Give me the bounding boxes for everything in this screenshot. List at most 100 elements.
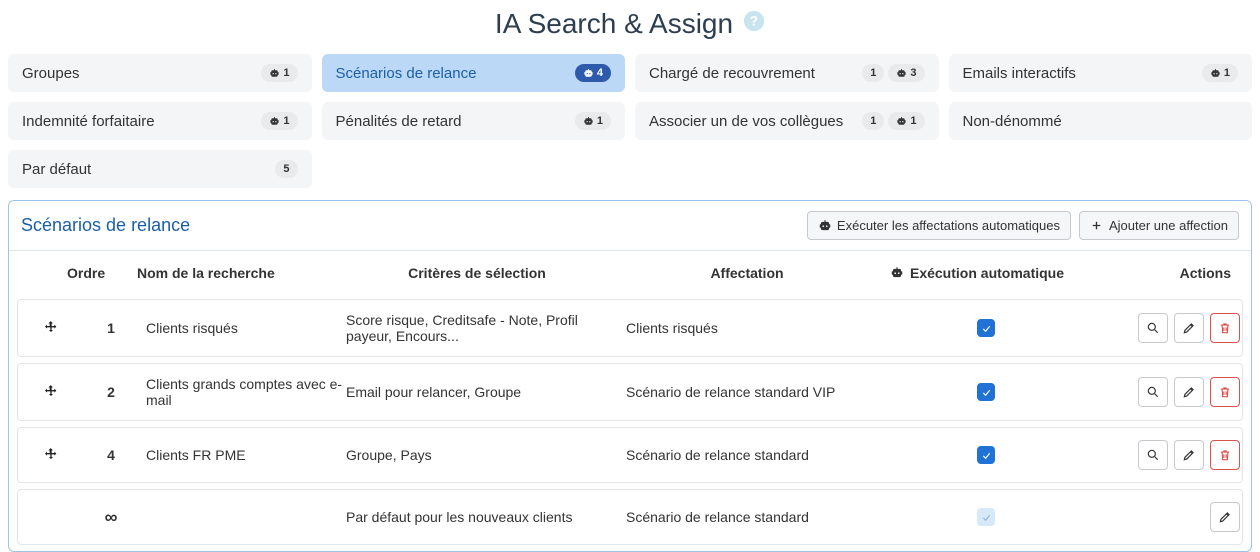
tab-item[interactable]: Indemnité forfaitaire 1 <box>8 102 312 140</box>
row-order: 4 <box>76 447 146 463</box>
panel-header: Scénarios de relance Exécuter les affect… <box>9 201 1251 251</box>
badge-count: 5 <box>283 162 289 176</box>
tab-item[interactable]: Pénalités de retard 1 <box>322 102 626 140</box>
tab-badges: 11 <box>862 112 924 130</box>
plus-icon <box>1090 219 1103 232</box>
badge: 1 <box>261 112 297 130</box>
panel-actions: Exécuter les affectations automatiques A… <box>807 211 1239 240</box>
auto-checkbox <box>977 508 995 526</box>
edit-button[interactable] <box>1174 440 1204 470</box>
row-criteria: Score risque, Creditsafe - Note, Profil … <box>346 312 626 344</box>
exec-auto-label: Exécuter les affectations automatiques <box>837 218 1060 233</box>
badge-count: 1 <box>283 114 289 128</box>
tab-item[interactable]: Chargé de recouvrement 13 <box>635 54 939 92</box>
tab-label: Pénalités de retard <box>336 113 462 130</box>
auto-checkbox[interactable] <box>977 383 995 401</box>
row-name: Clients FR PME <box>146 447 346 463</box>
edit-button[interactable] <box>1174 377 1204 407</box>
row-auto <box>886 319 1086 337</box>
badge-count: 1 <box>910 114 916 128</box>
search-button[interactable] <box>1138 440 1168 470</box>
tab-item[interactable]: Emails interactifs 1 <box>949 54 1253 92</box>
badge: 5 <box>275 160 297 178</box>
badge: 1 <box>862 112 884 130</box>
search-button[interactable] <box>1138 313 1168 343</box>
tab-badges: 1 <box>1202 64 1238 82</box>
tab-label: Groupes <box>22 65 80 82</box>
badge: 1 <box>261 64 297 82</box>
drag-handle[interactable] <box>26 320 76 336</box>
drag-handle[interactable] <box>26 384 76 400</box>
add-assignment-button[interactable]: Ajouter une affection <box>1079 211 1239 240</box>
tab-item[interactable]: Scénarios de relance4 <box>322 54 626 92</box>
search-button[interactable] <box>1138 377 1168 407</box>
delete-button[interactable] <box>1210 313 1240 343</box>
tab-item[interactable]: Groupes 1 <box>8 54 312 92</box>
col-criteria: Critères de sélection <box>337 265 617 281</box>
tab-item[interactable]: Par défaut 5 <box>8 150 312 188</box>
table-row: ∞Par défaut pour les nouveaux clientsScé… <box>17 489 1243 545</box>
robot-icon <box>269 68 280 79</box>
row-order: 2 <box>76 384 146 400</box>
edit-button[interactable] <box>1174 313 1204 343</box>
tab-label: Associer un de vos collègues <box>649 113 843 130</box>
row-assign: Scénario de relance standard <box>626 509 886 525</box>
tab-badges: 1 <box>261 64 297 82</box>
row-auto <box>886 446 1086 464</box>
delete-button[interactable] <box>1210 440 1240 470</box>
badge: 1 <box>888 112 924 130</box>
auto-checkbox[interactable] <box>977 446 995 464</box>
badge-count: 1 <box>1224 66 1230 80</box>
badge: 1 <box>1202 64 1238 82</box>
robot-icon <box>896 116 907 127</box>
col-name: Nom de la recherche <box>137 265 337 281</box>
tabs-grid: Groupes1Scénarios de relance4Chargé de r… <box>0 54 1260 200</box>
badge-count: 4 <box>597 66 603 80</box>
delete-button[interactable] <box>1210 377 1240 407</box>
tab-label: Non-dénommé <box>963 113 1062 130</box>
row-order: 1 <box>76 320 146 336</box>
badge-count: 1 <box>597 114 603 128</box>
badge-count: 1 <box>870 66 876 80</box>
robot-icon <box>583 68 594 79</box>
table-body: 1 Clients risquésScore risque, Creditsafe… <box>9 299 1251 545</box>
badge: 3 <box>888 64 924 82</box>
badge: 4 <box>575 64 611 82</box>
page-title: IA Search & Assign ? <box>0 0 1260 54</box>
robot-icon <box>818 219 831 232</box>
tab-badges: 13 <box>862 64 924 82</box>
row-actions <box>1138 440 1252 470</box>
svg-text:?: ? <box>750 14 758 29</box>
robot-icon <box>896 68 907 79</box>
table-row: 4Clients FR PMEGroupe, PaysScénario de r… <box>17 427 1243 483</box>
panel-title: Scénarios de relance <box>21 215 190 236</box>
robot-icon <box>583 116 594 127</box>
col-order: Ordre <box>67 265 137 281</box>
row-assign: Clients risqués <box>626 320 886 336</box>
tab-item[interactable]: Associer un de vos collègues11 <box>635 102 939 140</box>
tab-label: Indemnité forfaitaire <box>22 113 155 130</box>
tab-badges: 1 <box>575 112 611 130</box>
badge-count: 1 <box>870 114 876 128</box>
tab-label: Chargé de recouvrement <box>649 65 815 82</box>
exec-auto-button[interactable]: Exécuter les affectations automatiques <box>807 211 1071 240</box>
tab-item[interactable]: Non-dénommé <box>949 102 1253 140</box>
row-name: Clients grands comptes avec e-mail <box>146 376 346 408</box>
row-auto <box>886 508 1086 526</box>
table-row: 1 Clients risquésScore risque, Creditsafe… <box>17 299 1243 357</box>
col-auto: Exécution automatique <box>877 265 1077 281</box>
tab-label: Emails interactifs <box>963 65 1076 82</box>
row-actions <box>1138 377 1252 407</box>
tab-badges: 4 <box>575 64 611 82</box>
row-criteria: Par défaut pour les nouveaux clients <box>346 509 626 525</box>
drag-handle[interactable] <box>26 447 76 463</box>
tab-badges: 1 <box>261 112 297 130</box>
badge-count: 1 <box>283 66 289 80</box>
add-assignment-label: Ajouter une affection <box>1109 218 1228 233</box>
row-assign: Scénario de relance standard VIP <box>626 384 886 400</box>
tab-label: Par défaut <box>22 161 91 178</box>
auto-checkbox[interactable] <box>977 319 995 337</box>
edit-button[interactable] <box>1210 502 1240 532</box>
help-icon[interactable]: ? <box>743 10 765 38</box>
panel: Scénarios de relance Exécuter les affect… <box>8 200 1252 552</box>
